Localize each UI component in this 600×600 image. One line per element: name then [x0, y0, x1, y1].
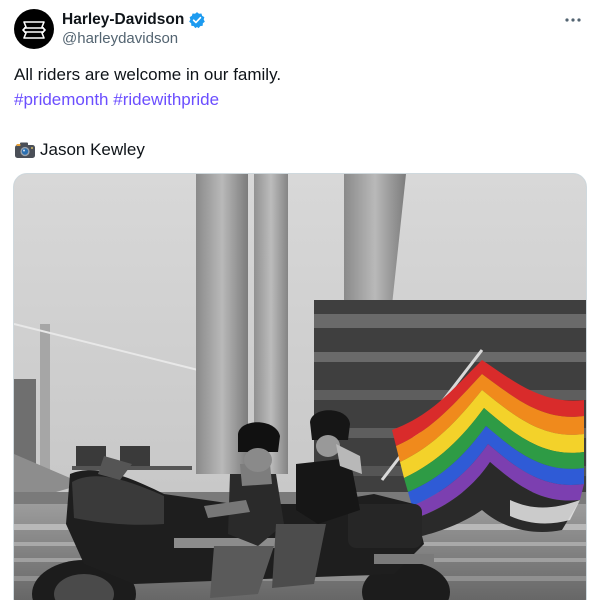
tweet-header: Harley-Davidson @harleydavidson [14, 8, 586, 52]
hashtag-line: #pridemonth #ridewithpride [14, 87, 586, 112]
author-handle[interactable]: @harleydavidson [62, 30, 178, 47]
camera-icon [15, 142, 35, 158]
hashtag-pridemonth[interactable]: #pridemonth [14, 90, 109, 109]
more-horizontal-icon[interactable] [562, 10, 584, 30]
verified-badge-icon [189, 12, 206, 29]
author-name-row: Harley-Davidson [62, 10, 206, 30]
photo-credit-name: Jason Kewley [40, 140, 145, 159]
hashtag-ridewithpride[interactable]: #ridewithpride [113, 90, 219, 109]
author-avatar[interactable] [14, 9, 54, 49]
photo-credit: Jason Kewley [14, 137, 145, 162]
tweet-media-photo[interactable] [13, 173, 587, 600]
tweet-body: All riders are welcome in our family. #p… [14, 62, 586, 112]
tweet-text: All riders are welcome in our family. [14, 65, 282, 84]
photo-illustration [14, 174, 586, 600]
harley-davidson-logo-icon [22, 21, 46, 39]
author-display-name[interactable]: Harley-Davidson [62, 11, 184, 29]
